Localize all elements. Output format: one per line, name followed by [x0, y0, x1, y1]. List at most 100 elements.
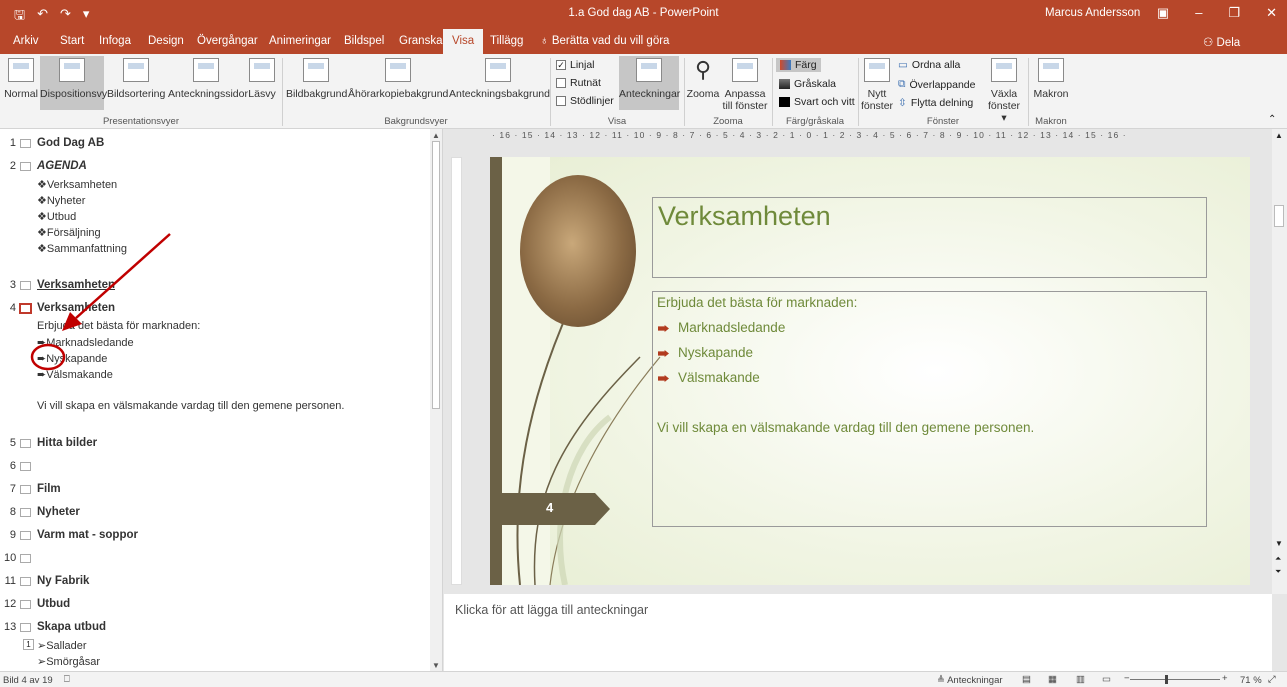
slide-thumbnail-icon[interactable]: [20, 485, 31, 494]
gridlines-checkbox[interactable]: Rutnät: [556, 77, 601, 89]
slide-bullet[interactable]: Marknadsledande: [678, 320, 785, 335]
guides-checkbox[interactable]: Stödlinjer: [556, 95, 614, 107]
outline-pane[interactable]: 1 God Dag AB 2 AGENDA ❖Verksamheten ❖Nyh…: [0, 129, 443, 671]
outline-bullet[interactable]: ❖Sammanfattning: [37, 242, 127, 255]
outline-scrollbar[interactable]: ▲ ▼: [430, 129, 442, 671]
notes-placeholder[interactable]: Klicka för att lägga till anteckningar: [455, 603, 648, 617]
slide-thumbnail-icon[interactable]: [20, 554, 31, 563]
scroll-up-icon[interactable]: ▲: [432, 131, 440, 140]
grayscale-button[interactable]: Gråskala: [779, 78, 836, 90]
spell-check-icon[interactable]: ⎕: [64, 674, 70, 685]
black-white-button[interactable]: Svart och vitt: [779, 96, 855, 108]
food-photo[interactable]: [520, 175, 636, 327]
notes-status-button[interactable]: ≜ Anteckningar: [937, 675, 1003, 686]
scrollbar-thumb[interactable]: [432, 141, 440, 409]
slide-thumbnail-icon[interactable]: [20, 577, 31, 586]
share-button[interactable]: ⚇ Dela: [1203, 35, 1240, 49]
ribbon-display-icon[interactable]: ▣: [1157, 5, 1169, 21]
normal-view-button[interactable]: Normal: [3, 58, 39, 104]
tab-start[interactable]: Start: [60, 35, 84, 47]
reading-view-button[interactable]: Läsvy: [247, 58, 277, 104]
user-name[interactable]: Marcus Andersson: [1045, 7, 1140, 19]
scrollbar-thumb[interactable]: [1274, 205, 1284, 227]
ruler-checkbox[interactable]: ✓ Linjal: [556, 59, 595, 71]
slide-thumbnail-icon[interactable]: [20, 623, 31, 632]
notes-toggle-button[interactable]: Anteckningar: [619, 56, 680, 110]
outline-slide-title[interactable]: Ny Fabrik: [37, 575, 89, 587]
outline-slide-title[interactable]: Hitta bilder: [37, 437, 97, 449]
tab-arkiv[interactable]: Arkiv: [13, 35, 39, 47]
zoom-out-icon[interactable]: −: [1124, 673, 1130, 684]
slide-bullet[interactable]: Nyskapande: [678, 345, 753, 360]
scroll-down-icon[interactable]: ▼: [1275, 539, 1283, 548]
slide-title[interactable]: Verksamheten: [658, 201, 831, 232]
tab-tillagg[interactable]: Tillägg: [490, 35, 523, 47]
macros-button[interactable]: Makron: [1032, 58, 1070, 104]
slide-bullet[interactable]: Välsmakande: [678, 370, 760, 385]
tell-me-search[interactable]: ♁ Berätta vad du vill göra: [540, 35, 669, 47]
tab-infoga[interactable]: Infoga: [99, 35, 131, 47]
move-split-button[interactable]: ⇳ Flytta delning: [898, 97, 973, 109]
zoom-button[interactable]: ⚲ Zooma: [686, 58, 720, 104]
outline-slide-title[interactable]: Skapa utbud: [37, 621, 106, 633]
outline-slide-title[interactable]: Varm mat - soppor: [37, 529, 138, 541]
slide-sorter-button[interactable]: Bildsortering: [107, 58, 165, 104]
tab-overgangar[interactable]: Övergångar: [197, 35, 258, 47]
tab-granska[interactable]: Granska: [399, 35, 442, 47]
slide-sorter-icon[interactable]: ▦: [1048, 674, 1057, 685]
slide-thumbnail-icon[interactable]: [19, 303, 32, 314]
zoom-slider-track[interactable]: [1130, 679, 1220, 680]
outline-bullet[interactable]: ➨Nyskapande: [37, 352, 107, 365]
arrange-all-button[interactable]: ▭ Ordna alla: [898, 59, 960, 71]
outline-slide-title[interactable]: AGENDA: [37, 160, 87, 172]
outline-view-button[interactable]: Dispositionsvy: [40, 56, 107, 110]
tab-design[interactable]: Design: [148, 35, 184, 47]
color-button[interactable]: Färg: [776, 58, 821, 72]
outline-bullet[interactable]: ➢Sallader: [37, 639, 87, 652]
outline-slide-title[interactable]: Nyheter: [37, 506, 80, 518]
slide-thumbnail-icon[interactable]: [20, 508, 31, 517]
outline-body-text[interactable]: Vi vill skapa en välsmakande vardag till…: [37, 400, 344, 412]
outline-body-text[interactable]: Erbjuda det bästa för marknaden:: [37, 320, 200, 332]
slide-scrollbar[interactable]: ▲ ▼ ⏶ ⏷: [1272, 129, 1287, 594]
maximize-icon[interactable]: ❐: [1228, 5, 1240, 21]
slide-body-text[interactable]: Erbjuda det bästa för marknaden:: [657, 295, 857, 310]
slide-canvas[interactable]: 4 Verksamheten Erbjuda det bästa för mar…: [490, 157, 1250, 585]
slideshow-icon[interactable]: ▭: [1102, 674, 1111, 685]
outline-bullet[interactable]: ➨Marknadsledande: [37, 336, 134, 349]
outline-bullet[interactable]: ❖Verksamheten: [37, 178, 117, 191]
tab-bildspel[interactable]: Bildspel: [344, 35, 384, 47]
switch-windows-button[interactable]: Växla fönster ▾: [984, 58, 1024, 124]
tab-visa[interactable]: Visa: [443, 29, 484, 54]
outline-slide-title[interactable]: Verksamheten: [37, 279, 115, 291]
handout-master-button[interactable]: Åhörarkopiebakgrund: [348, 58, 448, 104]
fit-slide-icon[interactable]: ⤢: [1268, 674, 1276, 685]
cascade-button[interactable]: ⧉ Överlappande: [898, 78, 975, 91]
scroll-up-icon[interactable]: ▲: [1275, 131, 1283, 140]
outline-slide-title[interactable]: Film: [37, 483, 61, 495]
outline-bullet[interactable]: ❖Försäljning: [37, 226, 101, 239]
slide-master-button[interactable]: Bildbakgrund: [286, 58, 347, 104]
notes-master-button[interactable]: Anteckningsbakgrund: [449, 58, 550, 104]
outline-bullet[interactable]: ➢Smörgåsar: [37, 655, 100, 668]
slide-body-text[interactable]: Vi vill skapa en välsmakande vardag till…: [657, 420, 1034, 435]
slide-thumbnail-icon[interactable]: [20, 462, 31, 471]
new-window-button[interactable]: Nytt fönster: [860, 58, 894, 114]
scroll-down-icon[interactable]: ▼: [432, 661, 440, 670]
slide-thumbnail-icon[interactable]: [20, 162, 31, 171]
slide-thumbnail-icon[interactable]: [20, 600, 31, 609]
minimize-icon[interactable]: –: [1195, 5, 1202, 21]
outline-bullet[interactable]: ❖Nyheter: [37, 194, 85, 207]
collapse-ribbon-icon[interactable]: ⌃: [1268, 114, 1276, 125]
zoom-in-icon[interactable]: +: [1222, 673, 1228, 684]
outline-slide-title[interactable]: Utbud: [37, 598, 70, 610]
zoom-slider-knob[interactable]: [1165, 675, 1168, 684]
notes-page-button[interactable]: Anteckningssidor: [168, 58, 248, 104]
slide-thumbnail-icon[interactable]: [20, 139, 31, 148]
tab-animeringar[interactable]: Animeringar: [269, 35, 331, 47]
outline-bullet[interactable]: ➨Välsmakande: [37, 368, 113, 381]
slide-thumbnail-icon[interactable]: [20, 531, 31, 540]
reading-view-icon[interactable]: ▥: [1076, 674, 1085, 685]
notes-pane[interactable]: Klicka för att lägga till anteckningar: [444, 594, 1272, 671]
outline-bullet[interactable]: ❖Utbud: [37, 210, 76, 223]
